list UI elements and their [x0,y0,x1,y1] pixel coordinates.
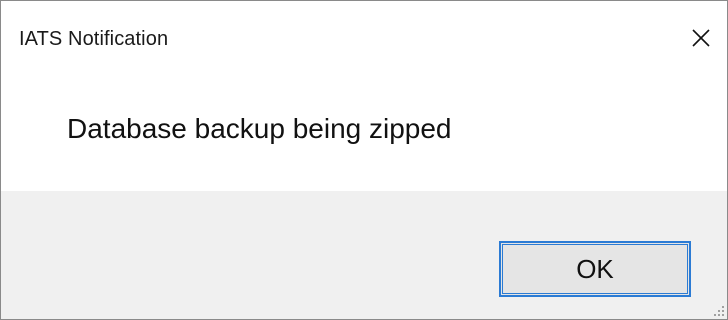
ok-button[interactable]: OK [499,241,691,297]
resize-grip-icon[interactable] [710,302,724,316]
notification-dialog: IATS Notification Database backup being … [0,0,728,320]
close-icon [692,29,710,47]
title-bar[interactable]: IATS Notification [1,1,727,69]
message-text: Database backup being zipped [67,113,452,144]
window-title: IATS Notification [19,28,169,50]
message-area: Database backup being zipped [1,69,727,191]
button-bar: OK [1,191,727,319]
close-button[interactable] [665,1,727,69]
